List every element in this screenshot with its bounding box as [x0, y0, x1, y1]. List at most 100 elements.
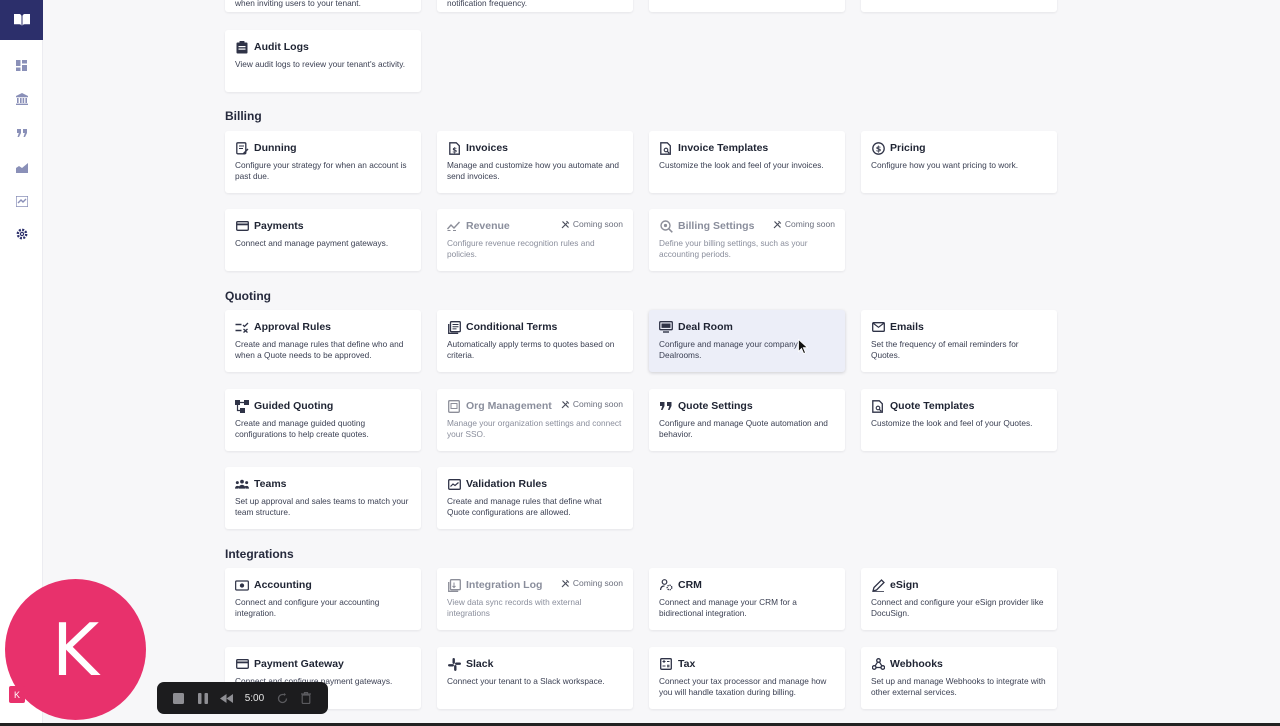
rule-check-icon	[235, 320, 249, 334]
card-tax[interactable]: Tax Connect your tax processor and manag…	[649, 647, 845, 709]
nav-dashboard-icon[interactable]	[0, 52, 43, 78]
presenter-avatar: K	[5, 579, 146, 720]
card-partial-1[interactable]: when inviting users to your tenant.	[225, 0, 421, 12]
invoice-icon: $	[447, 141, 461, 155]
clipboard-icon	[235, 40, 249, 54]
card-title: CRM	[678, 579, 702, 591]
slack-icon	[447, 657, 461, 671]
pen-icon	[871, 578, 885, 592]
credit-card-icon	[235, 657, 249, 671]
card-pricing[interactable]: $ Pricing Configure how you want pricing …	[861, 131, 1057, 193]
rewind-icon	[220, 693, 234, 703]
card-accounting[interactable]: Accounting Connect and configure your ac…	[225, 568, 421, 630]
card-title: Quote Templates	[890, 400, 975, 412]
settings-content: when inviting users to your tenant. noti…	[225, 0, 1060, 726]
card-webhooks[interactable]: Webhooks Set up and manage Webhooks to i…	[861, 647, 1057, 709]
recording-time: 5:00	[244, 692, 265, 704]
tools-icon	[773, 220, 782, 228]
coming-soon-badge: Coming soon	[561, 578, 623, 588]
card-quote-settings[interactable]: Quote Settings Configure and manage Quot…	[649, 389, 845, 451]
card-invoices[interactable]: $ Invoices Manage and customize how you a…	[437, 131, 633, 193]
card-conditional-terms[interactable]: Conditional Terms Automatically apply te…	[437, 310, 633, 372]
pause-button[interactable]	[191, 686, 215, 710]
nav-analytics-icon[interactable]	[0, 154, 43, 180]
svg-text:$: $	[452, 146, 457, 154]
stop-icon	[173, 692, 185, 704]
pause-icon	[197, 692, 208, 704]
section-title-quoting: Quoting	[225, 289, 271, 303]
card-guided-quoting[interactable]: Guided Quoting Create and manage guided …	[225, 389, 421, 451]
app-logo[interactable]	[0, 0, 43, 40]
card-title: Billing Settings	[678, 220, 755, 232]
card-desc: Configure how you want pricing to work.	[871, 160, 1019, 170]
card-crm[interactable]: CRM Connect and manage your CRM for a bi…	[649, 568, 845, 630]
card-title: Invoices	[466, 142, 509, 154]
book-logo-icon	[13, 14, 30, 26]
coming-soon-badge: Coming soon	[561, 219, 623, 229]
card-desc: Connect your tenant to a Slack workspace…	[447, 676, 605, 686]
card-title: Approval Rules	[254, 321, 332, 333]
card-partial-3[interactable]	[649, 0, 845, 12]
card-invoice-templates[interactable]: Invoice Templates Customize the look and…	[649, 131, 845, 193]
card-deal-room[interactable]: Deal Room Configure and manage your comp…	[649, 310, 845, 372]
rewind-button[interactable]	[215, 686, 239, 710]
card-desc: Define your billing settings, such as yo…	[659, 238, 808, 260]
card-title: Conditional Terms	[466, 321, 558, 333]
tools-icon	[561, 579, 570, 587]
card-desc: Customize the look and feel of your Quot…	[871, 418, 1033, 428]
stop-button[interactable]	[167, 686, 191, 710]
card-dunning[interactable]: Dunning Configure your strategy for when…	[225, 131, 421, 193]
document-search-icon	[871, 399, 885, 413]
card-validation-rules[interactable]: Validation Rules Create and manage rules…	[437, 467, 633, 529]
card-revenue[interactable]: Revenue Configure revenue recognition ru…	[437, 209, 633, 271]
card-desc: Set up and manage Webhooks to integrate …	[871, 676, 1046, 698]
terms-document-icon	[447, 320, 461, 334]
card-desc: Create and manage guided quoting configu…	[235, 418, 369, 440]
card-emails[interactable]: Emails Set the frequency of email remind…	[861, 310, 1057, 372]
card-title: Tax	[678, 658, 696, 670]
card-approval-rules[interactable]: Approval Rules Create and manage rules t…	[225, 310, 421, 372]
card-payments[interactable]: Payments Connect and manage payment gate…	[225, 209, 421, 271]
credit-card-icon	[235, 219, 249, 233]
card-desc: Configure your strategy for when an acco…	[235, 160, 407, 182]
delete-button[interactable]	[294, 686, 318, 710]
calculator-icon	[659, 657, 673, 671]
card-title: Pricing	[890, 142, 926, 154]
card-desc: View audit logs to review your tenant's …	[235, 59, 406, 69]
card-title: Payment Gateway	[254, 658, 344, 670]
card-title: Webhooks	[890, 658, 943, 670]
card-desc: Configure and manage your company's Deal…	[659, 339, 804, 361]
card-title: Accounting	[254, 579, 312, 591]
nav-reports-icon[interactable]	[0, 188, 43, 214]
recording-toolbar: 5:00	[157, 682, 328, 714]
card-org-management[interactable]: Org Management Manage your organization …	[437, 389, 633, 451]
card-desc: Connect and manage payment gateways.	[235, 238, 389, 248]
card-teams[interactable]: Teams Set up approval and sales teams to…	[225, 467, 421, 529]
monitor-icon	[659, 320, 673, 334]
card-partial-4[interactable]	[861, 0, 1057, 12]
nav-settings-gear-icon[interactable]	[0, 221, 43, 247]
card-title: Dunning	[254, 142, 297, 154]
card-quote-templates[interactable]: Quote Templates Customize the look and f…	[861, 389, 1057, 451]
validation-chart-icon	[447, 477, 461, 491]
card-desc: Connect and configure your eSign provide…	[871, 597, 1044, 619]
card-slack[interactable]: Slack Connect your tenant to a Slack wor…	[437, 647, 633, 709]
org-document-icon	[447, 399, 461, 413]
card-billing-settings[interactable]: Billing Settings Define your billing set…	[649, 209, 845, 271]
card-esign[interactable]: eSign Connect and configure your eSign p…	[861, 568, 1057, 630]
card-integration-log[interactable]: Integration Log View data sync records w…	[437, 568, 633, 630]
card-title: eSign	[890, 579, 919, 591]
restart-button[interactable]	[270, 686, 294, 710]
coming-soon-badge: Coming soon	[561, 399, 623, 409]
card-partial-2[interactable]: notification frequency.	[437, 0, 633, 12]
card-title: Org Management	[466, 400, 552, 412]
card-title: Payments	[254, 220, 304, 232]
card-audit-logs[interactable]: Audit Logs View audit logs to review you…	[225, 30, 421, 92]
card-desc: View data sync records with external int…	[447, 597, 582, 619]
nav-bank-icon[interactable]	[0, 86, 43, 112]
document-edit-icon	[235, 141, 249, 155]
card-desc: Manage your organization settings and co…	[447, 418, 622, 440]
card-desc: Connect and configure your accounting in…	[235, 597, 380, 619]
flow-blocks-icon	[235, 399, 249, 413]
nav-quote-icon[interactable]	[0, 120, 43, 146]
